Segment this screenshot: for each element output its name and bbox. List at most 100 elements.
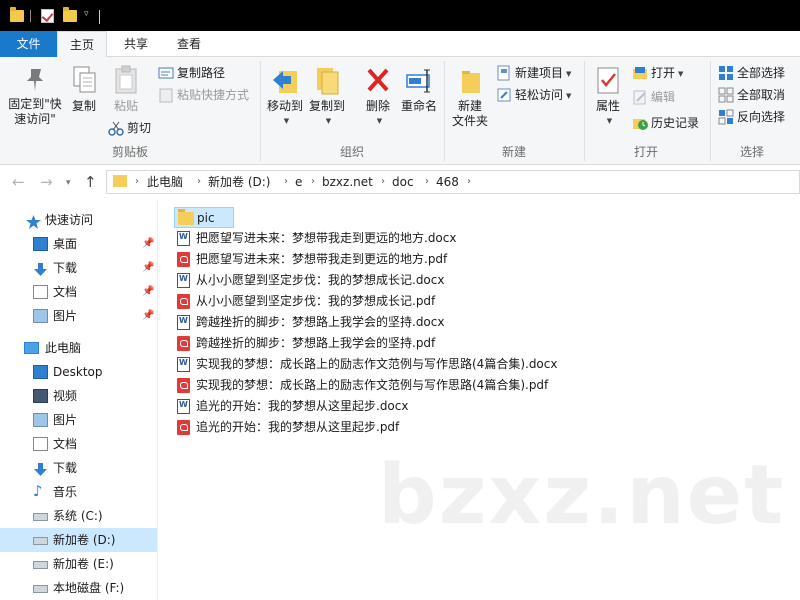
sidebar-item-drive-f[interactable]: 本地磁盘 (F:)	[0, 576, 157, 600]
desktop-icon	[33, 237, 48, 251]
file-name: 从小小愿望到坚定步伐：我的梦想成长记.docx	[196, 273, 445, 287]
tab-share[interactable]: 共享	[113, 31, 159, 57]
sidebar-item-documents-pinned[interactable]: 文档 📌	[0, 280, 157, 304]
breadcrumb-chevron-icon[interactable]: ›	[135, 171, 139, 193]
file-name: 跨越挫折的脚步：梦想路上我学会的坚持.pdf	[196, 336, 436, 350]
scissors-icon	[108, 120, 124, 136]
sidebar-item-desktop[interactable]: Desktop	[0, 360, 157, 384]
breadcrumb-item[interactable]: 此电脑	[147, 171, 183, 193]
pin-icon[interactable]: 📌	[142, 232, 154, 256]
breadcrumb-chevron-icon[interactable]: ›	[197, 171, 201, 193]
paste-shortcut-button[interactable]: 粘贴快捷方式	[158, 85, 249, 105]
sidebar-item-drive-e[interactable]: 新加卷 (E:)	[0, 552, 157, 576]
breadcrumb-item[interactable]: bzxz.net	[322, 171, 373, 193]
copy-icon	[70, 65, 98, 93]
new-folder-button[interactable]: 新建 文件夹	[448, 65, 492, 129]
file-name: 追光的开始：我的梦想从这里起步.docx	[196, 399, 409, 413]
address-bar[interactable]: › 此电脑 › 新加卷 (D:) › e › bzxz.net › doc › …	[106, 170, 800, 194]
breadcrumb-item-current[interactable]: 468	[436, 171, 459, 193]
cut-button[interactable]: 剪切	[108, 118, 151, 138]
open-button[interactable]: 打开 ▼	[632, 63, 683, 83]
navigation-bar: ← → ▾ ↑ › 此电脑 › 新加卷 (D:) › e › bzxz.net …	[0, 165, 800, 200]
breadcrumb-chevron-icon[interactable]: ›	[381, 171, 385, 193]
breadcrumb-chevron-icon[interactable]: ›	[284, 171, 288, 193]
sidebar-item-downloads[interactable]: 下载	[0, 456, 157, 480]
new-folder-label-line2: 文件夹	[451, 114, 488, 128]
properties-quick-icon[interactable]	[41, 9, 54, 23]
copy-to-button[interactable]: 复制到 ▼	[306, 65, 348, 129]
pin-icon[interactable]: 📌	[142, 256, 154, 280]
sidebar-item-drive-c[interactable]: 系统 (C:)	[0, 504, 157, 528]
history-icon	[632, 115, 648, 131]
up-arrow-icon[interactable]: ↑	[84, 173, 97, 191]
sidebar-item-label: 音乐	[53, 485, 78, 499]
ribbon: 固定到"快 速访问" 复制 粘贴 复制路径 粘贴快捷方式 剪切 剪贴板 移动到 …	[0, 57, 800, 165]
title-bar: ▿	[0, 0, 800, 31]
new-folder-quick-icon[interactable]	[63, 7, 77, 22]
sidebar-item-downloads-pinned[interactable]: 下载 📌	[0, 256, 157, 280]
back-arrow-icon[interactable]: ←	[12, 173, 25, 191]
edit-button[interactable]: 编辑	[632, 87, 675, 107]
forward-arrow-icon[interactable]: →	[40, 173, 53, 191]
sidebar-item-label: 桌面	[53, 237, 78, 251]
recent-locations-chevron-icon[interactable]: ▾	[66, 178, 71, 188]
pdf-icon	[177, 378, 190, 393]
paste-label: 粘贴	[113, 99, 138, 113]
properties-button[interactable]: 属性 ▼	[588, 65, 628, 129]
sidebar-item-videos[interactable]: 视频	[0, 384, 157, 408]
pdf-icon	[177, 252, 190, 267]
pin-quick-access-button[interactable]: 固定到"快 速访问"	[4, 65, 66, 127]
sidebar-item-desktop-pinned[interactable]: 桌面 📌	[0, 232, 157, 256]
pin-icon[interactable]: 📌	[142, 280, 154, 304]
breadcrumb-chevron-icon[interactable]: ›	[467, 171, 471, 193]
sidebar-item-quick-access[interactable]: 快速访问	[0, 208, 157, 232]
move-to-button[interactable]: 移动到 ▼	[264, 65, 306, 129]
sidebar-item-label: 文档	[53, 285, 78, 299]
customize-toolbar-dropdown-icon[interactable]: ▿	[84, 9, 89, 26]
select-all-button[interactable]: 全部选择	[718, 63, 785, 83]
sidebar-item-this-pc[interactable]: 此电脑	[0, 336, 157, 360]
copy-button[interactable]: 复制	[66, 65, 102, 114]
select-none-button[interactable]: 全部取消	[718, 85, 785, 105]
history-button[interactable]: 历史记录	[632, 113, 699, 133]
toolbar-separator	[99, 10, 100, 24]
drive-icon	[33, 537, 48, 545]
sidebar-item-documents[interactable]: 文档	[0, 432, 157, 456]
move-to-label: 移动到	[266, 99, 303, 113]
paste-icon	[112, 65, 140, 94]
pin-icon[interactable]: 📌	[142, 304, 154, 328]
sidebar-item-pictures[interactable]: 图片	[0, 408, 157, 432]
chevron-down-icon: ▼	[606, 117, 613, 125]
copy-path-button[interactable]: 复制路径	[158, 63, 225, 83]
toolbar-separator	[30, 10, 31, 22]
breadcrumb-item[interactable]: 新加卷 (D:)	[208, 171, 270, 193]
folder-icon	[113, 175, 127, 187]
ribbon-tabs: 文件 主页 共享 查看	[0, 31, 800, 58]
sidebar-item-drive-d[interactable]: 新加卷 (D:)	[0, 528, 157, 552]
new-item-button[interactable]: 新建项目 ▼	[496, 63, 571, 83]
folder-icon	[178, 209, 194, 225]
sidebar-item-music[interactable]: ♪ 音乐	[0, 480, 157, 504]
sidebar-item-pictures-pinned[interactable]: 图片 📌	[0, 304, 157, 328]
tab-view[interactable]: 查看	[166, 31, 212, 57]
properties-label: 属性	[595, 99, 620, 113]
breadcrumb-chevron-icon[interactable]: ›	[311, 171, 315, 193]
list-item-folder[interactable]: pic	[174, 207, 234, 228]
delete-button[interactable]: 删除 ▼	[360, 65, 396, 129]
breadcrumb-item[interactable]: doc	[392, 171, 414, 193]
folder-icon	[10, 7, 24, 22]
tab-home[interactable]: 主页	[57, 31, 107, 58]
easy-access-button[interactable]: 轻松访问 ▼	[496, 85, 571, 105]
invert-selection-button[interactable]: 反向选择	[718, 107, 785, 127]
copy-to-label: 复制到	[308, 99, 345, 113]
sidebar-item-label: 图片	[53, 309, 78, 323]
navigation-pane: 快速访问 桌面 📌 下载 📌 文档 📌 图片 📌 此电脑 Desktop 视频 …	[0, 200, 158, 600]
tab-file[interactable]: 文件	[0, 31, 57, 57]
breadcrumb-chevron-icon[interactable]: ›	[425, 171, 429, 193]
chevron-down-icon: ▼	[566, 69, 572, 78]
breadcrumb-item[interactable]: e	[295, 171, 302, 193]
rename-button[interactable]: 重命名	[398, 65, 440, 114]
word-document-icon	[177, 357, 190, 372]
paste-button[interactable]: 粘贴	[108, 65, 144, 114]
group-separator	[584, 61, 585, 161]
